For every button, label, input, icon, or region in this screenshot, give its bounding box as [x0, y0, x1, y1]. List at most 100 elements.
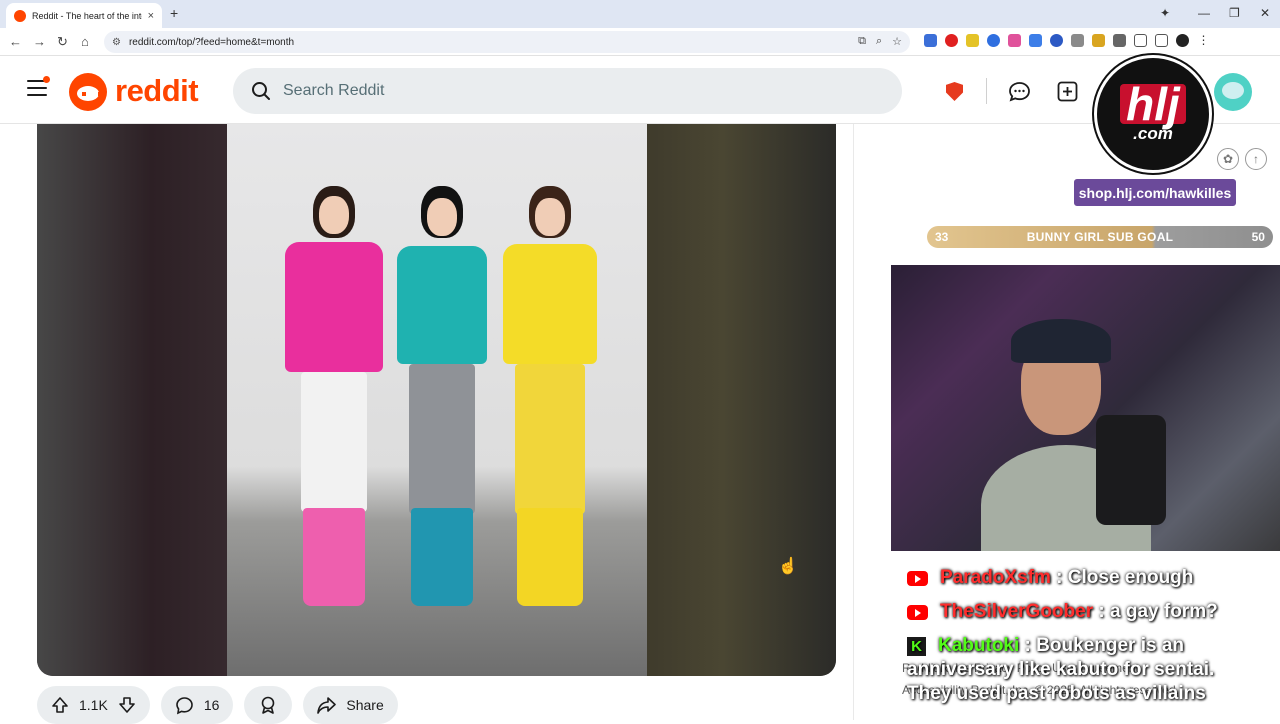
mod-shield-icon[interactable]: [946, 82, 963, 101]
create-post-icon[interactable]: [1057, 81, 1078, 102]
youtube-icon: [907, 570, 928, 586]
close-window-button[interactable]: ✕: [1260, 6, 1270, 20]
post-media[interactable]: [37, 124, 836, 676]
hand-cursor-icon: ☝: [778, 558, 798, 575]
figure-yellow: [495, 186, 605, 616]
award-button[interactable]: [244, 686, 293, 724]
tab-title: Reddit - The heart of the internet: [32, 10, 142, 21]
extension-icon[interactable]: [1029, 34, 1042, 47]
zoom-icon[interactable]: ⌕: [876, 35, 882, 48]
hlj-logo-text: hlj: [1120, 81, 1186, 127]
chat-text: They used past robots as villains: [907, 683, 1206, 704]
browser-tab[interactable]: Reddit - The heart of the internet ×: [6, 3, 162, 28]
notification-dot: [43, 76, 50, 83]
post-image: [227, 124, 647, 676]
vote-count: 1.1K: [79, 697, 108, 713]
search-input[interactable]: Search Reddit: [233, 68, 902, 114]
browser-toolbar: ← → ↻ ⌂ ⚙ reddit.com/top/?feed=home&t=mo…: [0, 28, 1280, 56]
chat-user: TheSilverGoober: [940, 601, 1094, 622]
tumbler: [1096, 415, 1166, 525]
browser-tabstrip: Reddit - The heart of the internet × + ✦…: [0, 0, 1280, 28]
kick-icon: K: [907, 636, 926, 656]
vote-pill: 1.1K: [37, 686, 150, 724]
chat-text: Close enough: [1067, 567, 1194, 588]
bookmark-star-icon[interactable]: ☆: [892, 35, 902, 48]
search-icon: [252, 82, 270, 100]
maximize-button[interactable]: ❐: [1229, 6, 1240, 20]
browser-menu-icon[interactable]: ⋮: [1197, 34, 1210, 47]
extensions-puzzle-icon[interactable]: [1113, 34, 1126, 47]
award-icon: [262, 696, 275, 714]
sidebar-divider: [853, 124, 854, 720]
hlj-shop-link: shop.hlj.com/hawkilles: [1073, 178, 1237, 207]
header-divider: [986, 78, 987, 104]
chat-icon[interactable]: [1008, 81, 1031, 102]
reddit-pro-icon[interactable]: ✿: [1217, 148, 1239, 170]
chat-text: Boukenger is an: [1036, 635, 1184, 656]
media-blur-left: [37, 124, 227, 676]
extension-icon[interactable]: [1050, 34, 1063, 47]
figure-pink: [279, 186, 389, 616]
home-icon[interactable]: ⌂: [81, 34, 89, 49]
extension-icon[interactable]: [966, 34, 979, 47]
chat-message: K Kabutoki : Boukenger is an: [907, 635, 1184, 657]
comments-button[interactable]: 16: [160, 686, 234, 724]
tab-search-icon[interactable]: [1134, 34, 1147, 47]
chat-text: a gay form?: [1110, 601, 1218, 622]
forward-icon[interactable]: →: [33, 34, 46, 49]
search-placeholder: Search Reddit: [283, 82, 385, 99]
chat-message: TheSilverGoober : a gay form?: [907, 601, 1218, 623]
url-text: reddit.com/top/?feed=home&t=month: [128, 36, 295, 48]
profile-avatar-icon[interactable]: [1176, 34, 1189, 47]
chat-message-continued: They used past robots as villains: [907, 683, 1206, 705]
figure-teal: [387, 186, 497, 616]
reading-list-icon[interactable]: [1155, 34, 1168, 47]
new-tab-button[interactable]: +: [170, 5, 178, 21]
reddit-favicon-icon: [14, 9, 26, 22]
sub-goal-bar: 33 BUNNY GIRL SUB GOAL 50: [927, 226, 1273, 248]
upvote-icon[interactable]: [51, 696, 69, 714]
extension-icon[interactable]: [1071, 34, 1084, 47]
extension-icon[interactable]: [987, 34, 1000, 47]
extensions-row: ⋮: [924, 34, 1210, 47]
post-actions: 1.1K 16 Share: [37, 686, 398, 724]
site-info-icon[interactable]: ⚙: [112, 37, 121, 48]
hlj-logo-sub: .com: [1133, 124, 1173, 143]
back-icon[interactable]: ←: [9, 34, 22, 49]
menu-icon[interactable]: [27, 76, 50, 96]
goal-target: 50: [1251, 230, 1265, 244]
share-button[interactable]: Share: [303, 686, 398, 724]
chat-message-continued: anniversary like kabuto for sentai.: [907, 659, 1214, 681]
hlj-logo: hlj .com: [1094, 55, 1212, 173]
downvote-icon[interactable]: [118, 696, 136, 714]
streamer-webcam: [891, 265, 1280, 551]
reddit-snoo-icon[interactable]: [69, 73, 107, 111]
user-avatar[interactable]: [1214, 73, 1252, 111]
chat-user: ParadoXsfm: [940, 567, 1051, 588]
stream-chat: ParadoXsfm : Close enough TheSilverGoobe…: [891, 551, 1280, 720]
extension-icon[interactable]: [945, 34, 958, 47]
reddit-header: reddit Search Reddit: [0, 56, 1280, 124]
share-label: Share: [346, 697, 384, 713]
chat-message: ParadoXsfm : Close enough: [907, 567, 1193, 589]
extension-icon[interactable]: [924, 34, 937, 47]
share-icon: [317, 696, 337, 714]
extension-icon[interactable]: [1008, 34, 1021, 47]
scroll-to-top-icon[interactable]: ↑: [1245, 148, 1267, 170]
gemini-icon[interactable]: ✦: [1160, 6, 1170, 20]
reddit-logo-text[interactable]: reddit: [115, 73, 199, 109]
media-blur-right: [647, 124, 836, 676]
goal-label: BUNNY GIRL SUB GOAL: [1026, 230, 1174, 244]
youtube-icon: [907, 604, 928, 620]
goal-current: 33: [935, 230, 949, 244]
tab-close-icon[interactable]: ×: [148, 10, 154, 22]
reload-icon[interactable]: ↻: [57, 34, 68, 50]
chat-text: anniversary like kabuto for sentai.: [907, 659, 1215, 680]
comment-icon: [176, 696, 193, 714]
sidebar-tools: ✿ ↑: [1217, 148, 1267, 170]
minimize-button[interactable]: —: [1198, 6, 1210, 20]
chat-user: Kabutoki: [938, 635, 1020, 656]
install-app-icon[interactable]: ⧉: [858, 35, 866, 48]
address-bar[interactable]: ⚙ reddit.com/top/?feed=home&t=month ⧉ ⌕ …: [104, 31, 910, 53]
extension-icon[interactable]: [1092, 34, 1105, 47]
